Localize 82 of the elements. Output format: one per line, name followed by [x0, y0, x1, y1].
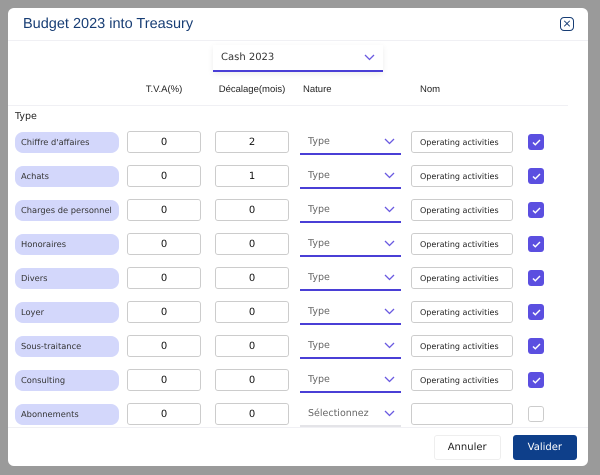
name-field[interactable]	[411, 403, 513, 425]
checkbox[interactable]	[528, 338, 544, 354]
checkbox[interactable]	[528, 134, 544, 150]
checkbox[interactable]	[528, 406, 544, 422]
name-field[interactable]: Operating activities	[411, 233, 513, 255]
chevron-down-icon	[384, 138, 395, 144]
delay-field[interactable]: 0	[215, 369, 289, 391]
chevron-down-icon	[364, 54, 375, 61]
chevron-down-icon	[384, 342, 395, 348]
name-field[interactable]: Operating activities	[411, 335, 513, 357]
name-field[interactable]: Operating activities	[411, 369, 513, 391]
name-field[interactable]: Operating activities	[411, 131, 513, 153]
category-label: Divers	[15, 268, 119, 288]
nature-dropdown[interactable]: Type	[300, 163, 401, 189]
category-label: Sous-traitance	[15, 336, 119, 356]
nature-dropdown[interactable]: Type	[300, 299, 401, 325]
nature-dropdown[interactable]: Type	[300, 333, 401, 359]
nature-dropdown[interactable]: Type	[300, 231, 401, 257]
check-icon	[532, 240, 540, 248]
delay-field[interactable]: 2	[215, 131, 289, 153]
confirm-button[interactable]: Valider	[512, 434, 577, 460]
column-header: Nature	[302, 83, 333, 97]
nature-dropdown[interactable]: Type	[300, 367, 401, 393]
vat-field[interactable]: 0	[127, 165, 201, 187]
category-label: Consulting	[15, 370, 119, 390]
delay-field[interactable]: 0	[215, 335, 289, 357]
dialog-title: Budget 2023 into Treasury	[23, 16, 194, 32]
vat-field[interactable]: 0	[127, 233, 201, 255]
name-field[interactable]: Operating activities	[411, 267, 513, 289]
delay-field[interactable]: 0	[215, 403, 289, 425]
check-icon	[532, 206, 540, 214]
check-icon	[532, 342, 540, 350]
nature-dropdown[interactable]: Type	[300, 265, 401, 291]
close-button[interactable]: ×	[560, 17, 574, 31]
chevron-down-icon	[384, 206, 395, 212]
delay-field[interactable]: 0	[215, 199, 289, 221]
chevron-down-icon	[384, 308, 395, 314]
name-field[interactable]: Operating activities	[411, 301, 513, 323]
cancel-button[interactable]: Annuler	[434, 434, 501, 460]
category-label: Charges de personnel	[15, 200, 119, 220]
category-label: Abonnements	[15, 404, 119, 424]
check-icon	[532, 376, 540, 384]
checkbox[interactable]	[528, 270, 544, 286]
vat-field[interactable]: 0	[127, 335, 201, 357]
delay-field[interactable]: 0	[215, 267, 289, 289]
name-field[interactable]: Operating activities	[411, 165, 513, 187]
check-icon	[532, 138, 540, 146]
column-header: Décalage(mois)	[218, 83, 286, 97]
column-header: T.V.A(%)	[144, 83, 184, 97]
checkbox[interactable]	[528, 168, 544, 184]
column-header: Nom	[419, 83, 442, 97]
chevron-down-icon	[384, 172, 395, 178]
vat-field[interactable]: 0	[127, 199, 201, 221]
checkbox[interactable]	[528, 304, 544, 320]
check-icon	[532, 172, 540, 180]
nature-dropdown[interactable]: Type	[300, 129, 401, 155]
delay-field[interactable]: 0	[215, 301, 289, 323]
chevron-down-icon	[384, 376, 395, 382]
chevron-down-icon	[384, 410, 395, 416]
category-label: Chiffre d'affaires	[15, 132, 119, 152]
nature-dropdown[interactable]: Type	[300, 197, 401, 223]
check-icon	[532, 308, 540, 316]
section-label: Type	[15, 111, 38, 124]
name-field[interactable]: Operating activities	[411, 199, 513, 221]
checkbox[interactable]	[528, 372, 544, 388]
checkbox[interactable]	[528, 202, 544, 218]
category-label: Honoraires	[15, 234, 119, 254]
vat-field[interactable]: 0	[127, 403, 201, 425]
vat-field[interactable]: 0	[127, 267, 201, 289]
source-dropdown[interactable]: Cash 2023	[213, 45, 383, 72]
category-label: Loyer	[15, 302, 119, 322]
chevron-down-icon	[384, 240, 395, 246]
vat-field[interactable]: 0	[127, 131, 201, 153]
category-label: Achats	[15, 166, 119, 186]
vat-field[interactable]: 0	[127, 301, 201, 323]
checkbox[interactable]	[528, 236, 544, 252]
delay-field[interactable]: 1	[215, 165, 289, 187]
check-icon	[532, 274, 540, 282]
nature-dropdown[interactable]: Sélectionnez	[300, 401, 401, 427]
delay-field[interactable]: 0	[215, 233, 289, 255]
chevron-down-icon	[384, 274, 395, 280]
vat-field[interactable]: 0	[127, 369, 201, 391]
